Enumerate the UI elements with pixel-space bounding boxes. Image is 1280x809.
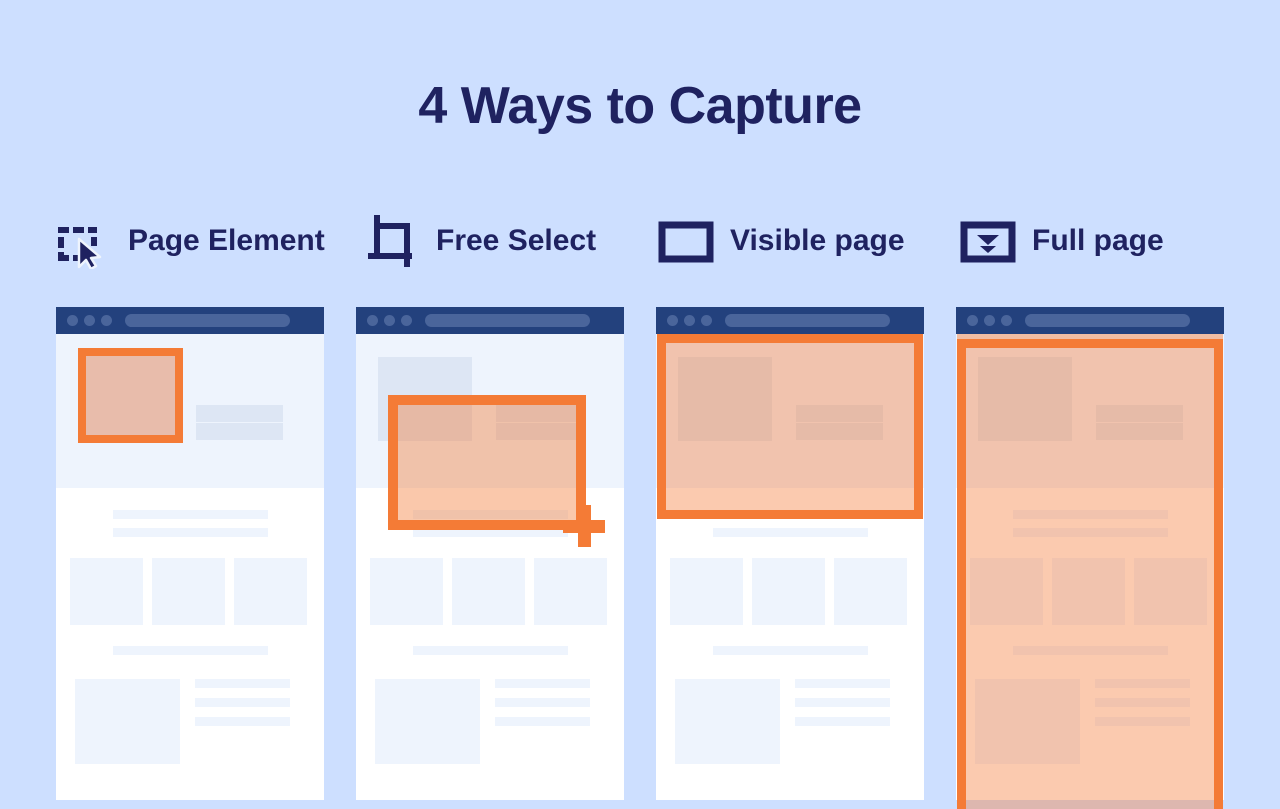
hero-text-line [196,405,283,422]
hero-text-line [796,405,883,422]
content-heading-bar [713,510,868,519]
legend-item-page-element[interactable]: Page Element [56,210,325,272]
url-bar[interactable] [1025,314,1190,327]
feature-image-placeholder [975,679,1080,764]
window-dot-icon [84,315,95,326]
content-heading-bar [113,510,268,519]
window-dot-icon [384,315,395,326]
page-hero-section [656,334,924,488]
content-divider-bar [113,646,268,655]
page-hero-section [56,334,324,488]
content-column-card [152,558,225,625]
window-dot-icon [701,315,712,326]
content-heading-bar [1013,528,1168,537]
content-column-card [1052,558,1125,625]
feature-text-line [495,717,590,726]
page-content-section [56,488,324,800]
dashed-square-cursor-icon [56,213,112,269]
browser-titlebar [956,307,1224,334]
browser-titlebar [656,307,924,334]
hero-image-placeholder [678,357,772,441]
feature-image-placeholder [675,679,780,764]
legend-label-visible-page: Visible page [730,224,905,257]
hero-image-placeholder [378,357,472,441]
content-heading-bar [1013,510,1168,519]
browser-titlebar [56,307,324,334]
content-column-card [1134,558,1207,625]
browser-mockup-free-select [356,307,624,800]
legend-label-page-element: Page Element [128,224,325,257]
content-heading-bar [113,528,268,537]
hero-text-line [496,405,583,422]
content-column-card [234,558,307,625]
capture-mode-legend: Page Element Free Select Visible page Fu… [0,210,1280,272]
feature-text-line [795,698,890,707]
content-heading-bar [713,528,868,537]
window-dot-icon [684,315,695,326]
rectangle-outline-icon [658,213,714,269]
crosshair-vertical-bar [578,505,591,547]
page-content-section [656,488,924,800]
hero-text-line [1096,423,1183,440]
browser-titlebar [356,307,624,334]
feature-text-line [195,698,290,707]
crosshair-cursor-icon [563,505,605,547]
legend-label-free-select: Free Select [436,224,597,257]
content-column-card [970,558,1043,625]
hero-image-placeholder [978,357,1072,441]
page-hero-section [956,334,1224,488]
legend-item-visible-page[interactable]: Visible page [658,210,905,272]
hero-text-line [1096,405,1183,422]
feature-text-line [195,679,290,688]
page-title: 4 Ways to Capture [418,77,862,135]
browser-mockup-page-element [56,307,324,800]
feature-text-line [795,717,890,726]
window-dot-icon [101,315,112,326]
rectangle-double-chevron-down-icon [960,213,1016,269]
feature-text-line [1095,698,1190,707]
window-dot-icon [67,315,78,326]
content-column-card [752,558,825,625]
window-dot-icon [401,315,412,326]
feature-text-line [195,717,290,726]
content-divider-bar [713,646,868,655]
legend-item-full-page[interactable]: Full page [960,210,1164,272]
feature-text-line [495,679,590,688]
content-column-card [370,558,443,625]
url-bar[interactable] [725,314,890,327]
feature-text-line [495,698,590,707]
hero-text-line [496,423,583,440]
window-dot-icon [667,315,678,326]
url-bar[interactable] [425,314,590,327]
url-bar[interactable] [125,314,290,327]
content-column-card [834,558,907,625]
legend-item-free-select[interactable]: Free Select [364,210,596,272]
crop-tool-icon [364,213,420,269]
feature-text-line [795,679,890,688]
window-dot-icon [984,315,995,326]
page-content-section [956,488,1224,800]
feature-image-placeholder [75,679,180,764]
legend-label-full-page: Full page [1032,224,1164,257]
browser-mockup-visible-page [656,307,924,800]
window-dot-icon [367,315,378,326]
content-column-card [70,558,143,625]
hero-text-line [796,423,883,440]
content-divider-bar [1013,646,1168,655]
hero-image-placeholder [78,357,172,441]
page-hero-section [356,334,624,488]
content-column-card [534,558,607,625]
content-column-card [670,558,743,625]
feature-text-line [1095,717,1190,726]
content-column-card [452,558,525,625]
window-dot-icon [967,315,978,326]
content-heading-bar [413,510,568,519]
content-divider-bar [413,646,568,655]
feature-image-placeholder [375,679,480,764]
window-dot-icon [1001,315,1012,326]
content-heading-bar [413,528,568,537]
browser-mockup-full-page [956,307,1224,800]
feature-text-line [1095,679,1190,688]
hero-text-line [196,423,283,440]
